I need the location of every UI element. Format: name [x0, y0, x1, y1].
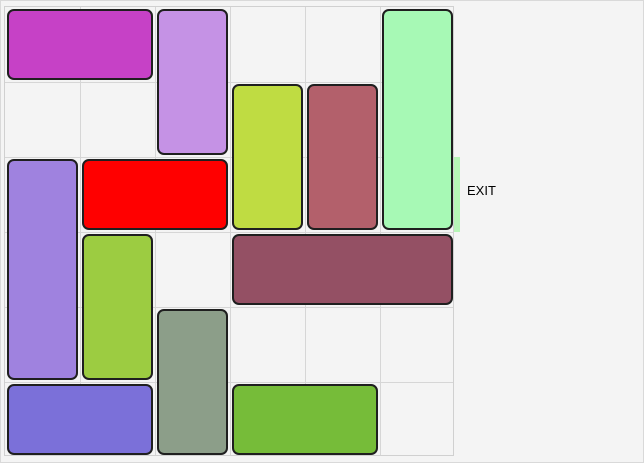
block-purple[interactable]: [7, 159, 78, 380]
block-magenta[interactable]: [7, 9, 153, 80]
block-plum[interactable]: [232, 234, 453, 305]
block-rose[interactable]: [307, 84, 378, 230]
block-green[interactable]: [82, 234, 153, 380]
block-lavender[interactable]: [157, 9, 228, 155]
block-sage[interactable]: [157, 309, 228, 455]
grid-line-vertical: [380, 7, 381, 455]
block-lime-yellow[interactable]: [232, 84, 303, 230]
target-red[interactable]: [82, 159, 228, 230]
exit-label: EXIT: [467, 183, 496, 198]
block-mint[interactable]: [382, 9, 453, 230]
puzzle-board: [4, 6, 454, 456]
puzzle-stage: EXIT: [0, 0, 644, 463]
block-blue-violet[interactable]: [7, 384, 153, 455]
grid-line-horizontal: [5, 382, 453, 383]
block-grass[interactable]: [232, 384, 378, 455]
exit-zone: [454, 157, 460, 232]
grid-line-vertical: [230, 7, 231, 455]
grid-line-vertical: [155, 7, 156, 455]
